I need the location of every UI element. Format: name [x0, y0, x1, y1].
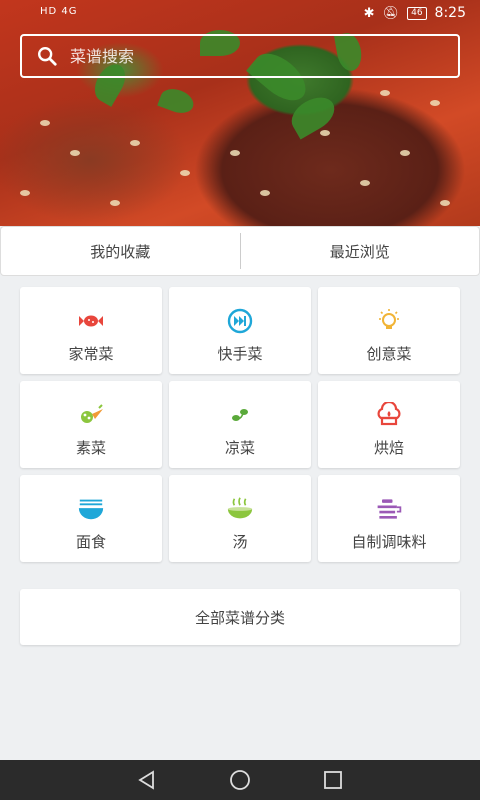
category-baking[interactable]: 烘焙 — [318, 381, 460, 468]
soup-bowl-icon — [226, 497, 254, 521]
category-label: 家常菜 — [68, 345, 114, 363]
category-label: 烘焙 — [373, 439, 404, 457]
tab-row: 我的收藏 最近浏览 — [0, 226, 480, 276]
search-box[interactable] — [20, 34, 460, 78]
lightbulb-icon — [375, 309, 403, 333]
seasoning-pot-icon — [375, 497, 403, 521]
network-indicators: HD 4G — [40, 6, 78, 17]
battery-icon: 46 — [407, 6, 427, 20]
category-quick-dishes[interactable]: 快手菜 — [169, 287, 311, 374]
category-vegetarian[interactable]: 素菜 — [20, 381, 162, 468]
category-label: 创意菜 — [366, 345, 412, 363]
category-label: 凉菜 — [224, 439, 255, 457]
bluetooth-icon: ✱ — [363, 5, 375, 21]
candy-icon — [77, 309, 105, 333]
category-creative-dishes[interactable]: 创意菜 — [318, 287, 460, 374]
system-navigation-bar — [0, 760, 480, 800]
category-home-cooking[interactable]: 家常菜 — [20, 287, 162, 374]
mute-icon: 🔕︎ — [382, 5, 400, 21]
chef-hat-icon — [375, 402, 403, 427]
all-recipe-categories-button[interactable]: 全部菜谱分类 — [20, 589, 460, 645]
tab-recent-views[interactable]: 最近浏览 — [241, 227, 480, 275]
fast-forward-icon — [226, 308, 254, 334]
vegetable-icon — [77, 403, 105, 427]
category-label: 自制调味料 — [351, 533, 427, 551]
home-circle-icon[interactable] — [228, 768, 252, 792]
sprout-icon — [226, 403, 254, 427]
tab-my-favorites[interactable]: 我的收藏 — [1, 227, 240, 275]
category-homemade-seasoning[interactable]: 自制调味料 — [318, 475, 460, 562]
category-pasta-noodles[interactable]: 面食 — [20, 475, 162, 562]
category-grid: 家常菜 快手菜 创意菜 素菜 凉菜 烘焙 面食 汤 自制调味料 — [20, 287, 461, 562]
search-icon — [38, 47, 57, 66]
category-soup[interactable]: 汤 — [169, 475, 311, 562]
category-label: 素菜 — [75, 439, 106, 457]
noodle-bowl-icon — [77, 497, 105, 521]
category-label: 面食 — [75, 533, 106, 551]
status-bar: HD 4G ✱ 🔕︎ 46 8:25 — [0, 0, 480, 28]
recent-square-icon[interactable] — [321, 768, 345, 792]
back-triangle-icon[interactable] — [135, 768, 159, 792]
category-cold-dishes[interactable]: 凉菜 — [169, 381, 311, 468]
search-input[interactable] — [70, 46, 430, 66]
category-label: 汤 — [232, 533, 248, 551]
clock: 8:25 — [434, 5, 466, 21]
category-label: 快手菜 — [217, 345, 263, 363]
